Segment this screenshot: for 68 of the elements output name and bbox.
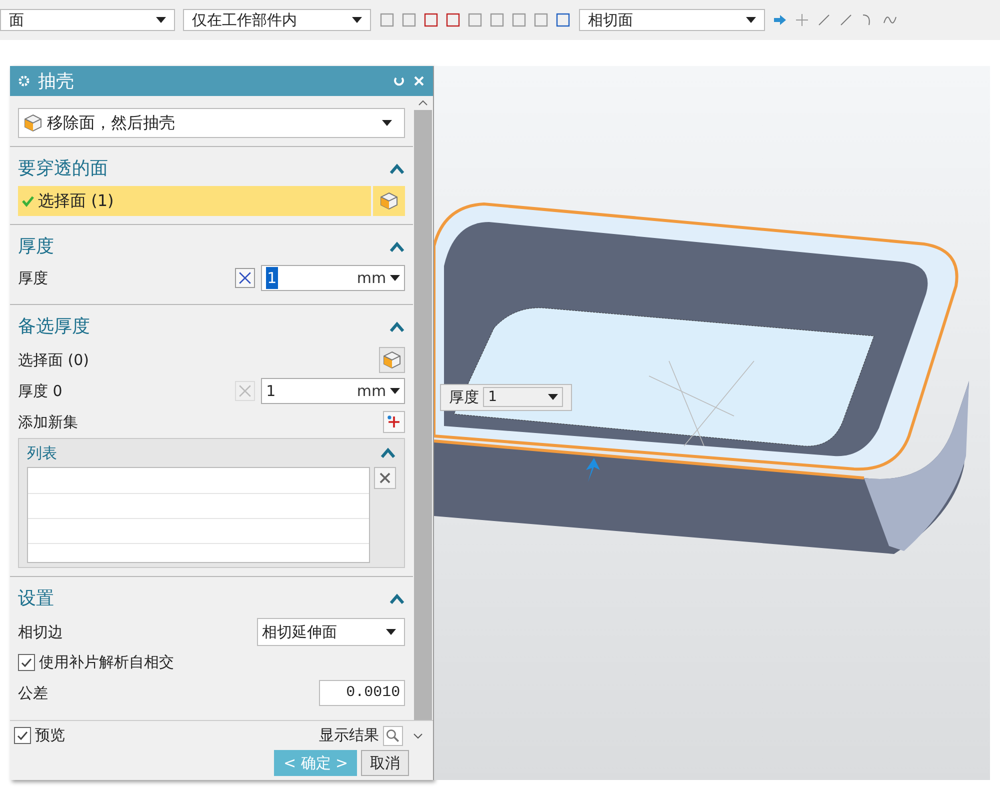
add-set-icon[interactable] (383, 411, 406, 433)
field-label: 添加新集 (18, 412, 79, 433)
3d-viewport[interactable]: 厚度 1 (434, 66, 990, 780)
face-rule-dropdown[interactable]: 相切面 (579, 9, 765, 31)
dropdown-arrow-icon (352, 17, 362, 23)
section-title: 厚度 (18, 235, 54, 259)
checkbox[interactable] (18, 654, 35, 670)
dropdown-arrow-icon (390, 388, 400, 394)
dialog-title: 抽壳 (38, 70, 74, 94)
show-result-label: 显示结果 (319, 725, 380, 746)
checkmark-icon (20, 656, 33, 668)
gear-icon (18, 75, 30, 87)
tag-label: 厚度 (449, 387, 480, 408)
thickness-tag[interactable]: 厚度 1 (440, 384, 572, 410)
checkbox-label: 预览 (35, 725, 66, 746)
thickness-field[interactable]: 1 mm (261, 265, 406, 291)
search-icon[interactable] (383, 726, 404, 746)
collapse-caret-icon[interactable] (389, 320, 406, 332)
collapse-caret-icon[interactable] (380, 447, 396, 459)
field-label: 选择面 (0) (18, 350, 90, 371)
filter-dropdown[interactable]: 面 (0, 9, 175, 31)
list-title: 列表 (27, 442, 57, 464)
section-title: 要穿透的面 (18, 157, 108, 181)
scroll-down-icon[interactable] (413, 732, 424, 738)
thickness-field[interactable]: 1 mm (261, 378, 406, 404)
section-title: 设置 (18, 587, 54, 611)
field-label: 厚度 0 (18, 380, 64, 402)
checkmark-icon (16, 729, 29, 742)
unit-label: mm (356, 268, 386, 289)
section-title: 备选厚度 (18, 315, 90, 339)
checkbox[interactable] (14, 727, 31, 744)
cube-icon (382, 350, 402, 370)
tangent-edge-dropdown[interactable]: 相切延伸面 (257, 618, 406, 646)
checkbox-label: 使用补片解析自相交 (39, 652, 174, 673)
type-dropdown[interactable]: 移除面，然后抽壳 (18, 108, 406, 138)
cube-icon (379, 191, 400, 211)
line-icon[interactable] (839, 13, 853, 27)
dropdown-arrow-icon (386, 629, 396, 635)
face-select-button[interactable] (379, 347, 406, 373)
cube-icon (23, 113, 43, 133)
dropdown-arrow-icon (746, 17, 756, 23)
tag-value-field[interactable]: 1 (483, 387, 564, 408)
field-label: 公差 (18, 682, 49, 704)
dropdown-arrow-icon (548, 394, 558, 400)
scroll-up-icon[interactable] (418, 100, 428, 106)
close-icon[interactable] (413, 75, 426, 87)
scrollbar[interactable] (413, 96, 434, 720)
scope-dropdown[interactable]: 仅在工作部件内 (183, 9, 371, 31)
field-label: 厚度 (18, 268, 49, 289)
dropdown-arrow-icon (382, 120, 392, 126)
select-face-row[interactable]: 选择面 (1) (18, 186, 372, 216)
move-icon[interactable] (795, 13, 809, 27)
collapse-caret-icon[interactable] (389, 592, 406, 604)
dropdown-arrow-icon (156, 17, 166, 23)
collapse-caret-icon[interactable] (389, 162, 406, 174)
reset-icon[interactable] (393, 75, 406, 87)
dropdown-arrow-icon (390, 275, 400, 281)
tolerance-field[interactable]: 0.0010 (319, 680, 406, 706)
collapse-caret-icon[interactable] (389, 240, 406, 252)
unit-label: mm (356, 380, 386, 402)
cancel-button[interactable]: 取消 (361, 750, 410, 776)
checkmark-icon (22, 195, 34, 207)
face-select-button[interactable] (373, 186, 406, 216)
field-label: 相切边 (18, 622, 64, 643)
delete-icon[interactable] (374, 467, 396, 489)
arrow-right-icon[interactable] (773, 13, 787, 27)
dimension-icon[interactable] (235, 268, 256, 288)
line-icon[interactable] (817, 13, 831, 27)
